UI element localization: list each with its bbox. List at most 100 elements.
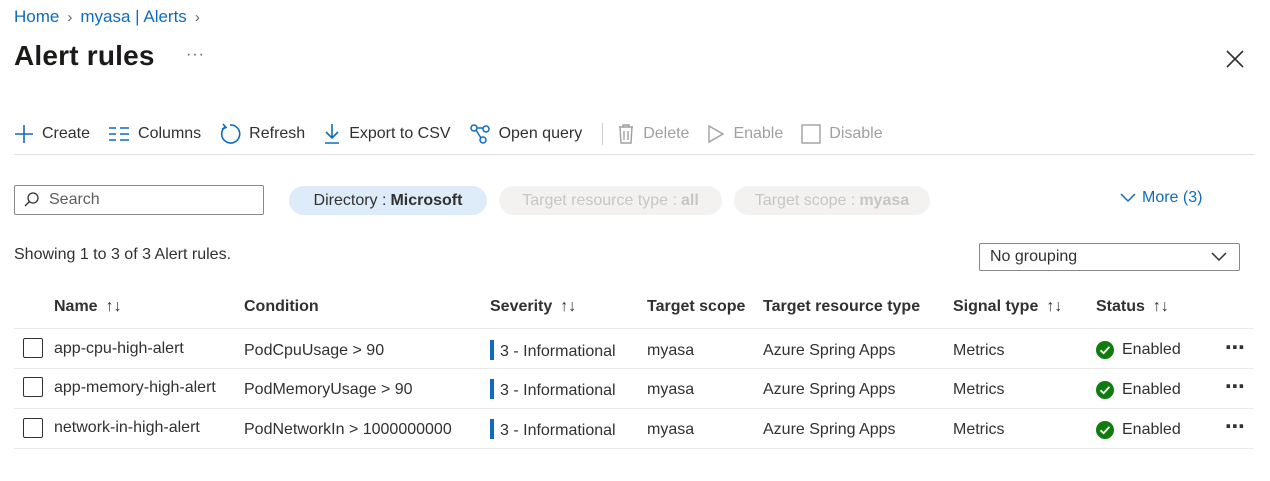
refresh-icon xyxy=(221,123,241,144)
columns-label: Columns xyxy=(138,125,202,142)
create-label: Create xyxy=(42,125,91,142)
column-header-label: Target resource type xyxy=(763,298,921,315)
condition-cell: PodMemoryUsage > 90 xyxy=(244,381,413,398)
sort-icon: ↑↓ xyxy=(1046,298,1063,315)
column-header-label: Status xyxy=(1096,298,1145,315)
severity-label: 3 - Informational xyxy=(500,422,616,440)
open-query-label: Open query xyxy=(498,125,583,142)
close-icon[interactable] xyxy=(1224,48,1246,70)
severity-cell: 3 - Informational xyxy=(490,379,616,401)
column-header-status[interactable]: Status ↑↓ xyxy=(1096,298,1169,316)
row-divider xyxy=(14,448,1254,449)
target-scope-filter-value: myasa xyxy=(859,191,910,209)
check-circle-icon xyxy=(1096,421,1114,439)
column-header-severity[interactable]: Severity ↑↓ xyxy=(490,298,576,316)
breadcrumb-home-link[interactable]: Home xyxy=(14,7,59,27)
query-icon xyxy=(469,124,490,144)
columns-icon xyxy=(109,127,130,141)
header-divider xyxy=(14,328,1254,329)
column-header-label: Condition xyxy=(244,298,319,315)
status-cell: Enabled xyxy=(1096,341,1181,359)
alert-rule-link[interactable]: app-memory-high-alert xyxy=(54,379,216,397)
signal-type-cell: Metrics xyxy=(953,342,1005,359)
row-divider xyxy=(14,408,1254,409)
page-title: Alert rules xyxy=(14,40,155,71)
sort-icon: ↑↓ xyxy=(560,298,577,315)
status-cell: Enabled xyxy=(1096,421,1181,439)
row-checkbox[interactable] xyxy=(23,377,43,397)
search-input[interactable] xyxy=(47,190,251,210)
severity-bar xyxy=(490,419,494,439)
severity-cell: 3 - Informational xyxy=(490,340,616,362)
enable-button[interactable]: Enable xyxy=(707,124,783,144)
row-more-icon[interactable]: ⋯ xyxy=(1225,335,1246,360)
status-label: Enabled xyxy=(1122,341,1181,358)
row-checkbox[interactable] xyxy=(23,418,43,438)
signal-type-cell: Metrics xyxy=(953,381,1005,398)
sort-icon: ↑↓ xyxy=(1152,298,1169,315)
row-more-icon[interactable]: ⋯ xyxy=(1225,414,1246,439)
target-scope-cell: myasa xyxy=(647,381,695,398)
resource-type-filter-label: Target resource type : xyxy=(522,191,677,209)
column-header-name[interactable]: Name ↑↓ xyxy=(54,298,122,316)
command-bar: Create Columns Refresh Export to CSV Ope… xyxy=(14,118,901,150)
play-icon xyxy=(708,124,725,144)
directory-filter-pill[interactable]: Directory : Microsoft xyxy=(289,186,487,215)
column-header-label: Severity xyxy=(490,298,553,315)
alert-rule-link[interactable]: app-cpu-high-alert xyxy=(54,340,184,358)
create-button[interactable]: Create xyxy=(14,124,90,144)
check-circle-icon xyxy=(1096,341,1114,359)
condition-cell: PodCpuUsage > 90 xyxy=(244,342,385,359)
breadcrumb-alerts-link[interactable]: myasa | Alerts xyxy=(80,7,186,27)
more-filters-button[interactable]: More (3) xyxy=(1120,189,1202,207)
signal-type-cell: Metrics xyxy=(953,421,1005,438)
refresh-button[interactable]: Refresh xyxy=(219,123,305,145)
column-header-resource-type[interactable]: Target resource type xyxy=(763,298,920,316)
severity-cell: 3 - Informational xyxy=(490,419,616,441)
disable-label: Disable xyxy=(829,125,883,142)
sort-icon: ↑↓ xyxy=(105,298,122,315)
column-header-target-scope[interactable]: Target scope xyxy=(647,298,745,316)
column-header-condition[interactable]: Condition xyxy=(244,298,319,316)
breadcrumb: Home › myasa | Alerts › xyxy=(14,7,200,27)
target-scope-cell: myasa xyxy=(647,342,695,359)
plus-icon xyxy=(15,125,33,143)
search-box[interactable] xyxy=(14,185,264,215)
more-filters-label: More (3) xyxy=(1142,189,1203,206)
status-label: Enabled xyxy=(1122,421,1181,438)
enable-label: Enable xyxy=(733,125,784,142)
row-more-icon[interactable]: ⋯ xyxy=(1225,374,1246,399)
resource-type-filter-pill[interactable]: Target resource type : all xyxy=(499,186,722,215)
grouping-selected: No grouping xyxy=(990,248,1078,265)
severity-label: 3 - Informational xyxy=(500,343,616,361)
columns-button[interactable]: Columns xyxy=(108,125,201,143)
chevron-down-icon xyxy=(1120,193,1136,203)
directory-filter-value: Microsoft xyxy=(390,191,463,209)
row-divider xyxy=(14,368,1254,369)
stop-icon xyxy=(801,124,821,144)
resource-type-cell: Azure Spring Apps xyxy=(763,381,896,398)
directory-filter-label: Directory : xyxy=(313,191,387,209)
grouping-dropdown[interactable]: No grouping xyxy=(979,243,1240,271)
target-scope-filter-pill[interactable]: Target scope : myasa xyxy=(734,186,930,215)
delete-button[interactable]: Delete xyxy=(617,123,689,145)
export-csv-label: Export to CSV xyxy=(349,125,451,142)
chevron-right-icon: › xyxy=(67,8,73,26)
toolbar-divider-line xyxy=(14,154,1254,155)
delete-label: Delete xyxy=(643,125,690,142)
alert-rule-link[interactable]: network-in-high-alert xyxy=(54,419,200,437)
disable-button[interactable]: Disable xyxy=(801,124,883,144)
row-checkbox[interactable] xyxy=(23,338,43,358)
resource-type-filter-value: all xyxy=(680,191,699,209)
resource-type-cell: Azure Spring Apps xyxy=(763,421,896,438)
column-header-signal-type[interactable]: Signal type ↑↓ xyxy=(953,298,1062,316)
column-header-label: Signal type xyxy=(953,298,1039,315)
more-actions-button[interactable]: ··· xyxy=(186,46,205,64)
column-header-label: Name xyxy=(54,298,98,315)
resource-type-cell: Azure Spring Apps xyxy=(763,342,896,359)
trash-icon xyxy=(619,124,634,144)
open-query-button[interactable]: Open query xyxy=(469,123,583,145)
refresh-label: Refresh xyxy=(249,125,306,142)
export-csv-button[interactable]: Export to CSV xyxy=(323,123,451,145)
status-label: Enabled xyxy=(1122,381,1181,398)
